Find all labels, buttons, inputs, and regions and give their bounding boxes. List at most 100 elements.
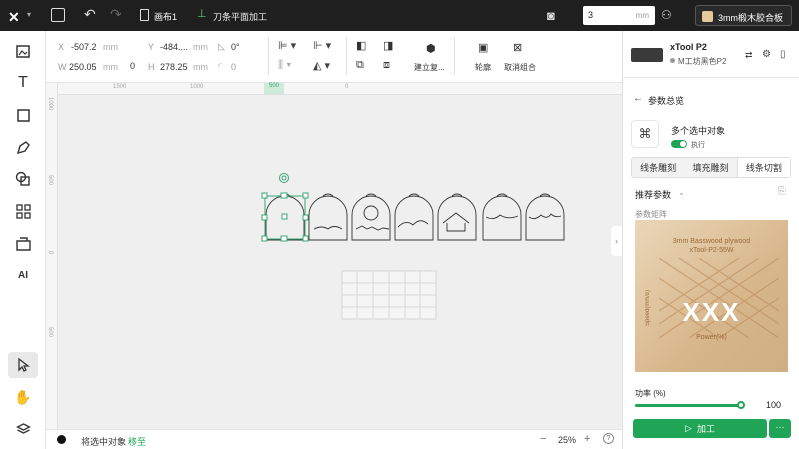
left-toolbar: T AI ✋ xyxy=(0,31,46,449)
chevron-down-icon[interactable]: ▾ xyxy=(27,10,31,19)
undo-icon[interactable]: ↶ xyxy=(84,6,96,23)
design-canvas[interactable]: › xyxy=(58,95,622,429)
zoom-out-button[interactable]: − xyxy=(540,433,546,445)
photo-xlabel: Power(%) xyxy=(696,334,727,341)
matrix-label: 参数矩阵 xyxy=(635,210,667,219)
device-status-dot xyxy=(670,58,675,63)
status-text: 将选中对象 xyxy=(81,437,127,447)
select-icon[interactable] xyxy=(8,352,38,378)
settings-icon[interactable]: ⚙ xyxy=(762,49,771,60)
zoom-in-button[interactable]: + xyxy=(584,433,590,445)
x-unit: mm xyxy=(103,42,118,52)
w-label: W xyxy=(58,62,67,72)
h-label: H xyxy=(148,62,155,72)
material-button[interactable]: 3mm椴木胶合板 xyxy=(695,5,792,26)
power-slider-handle[interactable] xyxy=(737,401,745,409)
outline-icon[interactable]: ▣ xyxy=(478,41,488,54)
back-arrow-icon[interactable]: ← xyxy=(633,93,643,104)
measure-icon[interactable]: ⚇ xyxy=(661,8,672,22)
h-input[interactable]: 278.25 xyxy=(160,62,188,72)
ungroup-icon[interactable]: ⊠ xyxy=(513,41,522,54)
recommend-dropdown[interactable]: 推荐参数 xyxy=(635,188,671,201)
arrange-icon[interactable]: ⫼ ▾ xyxy=(278,59,291,72)
rotate-input[interactable]: 0° xyxy=(231,42,240,52)
photo-line1: 3mm Basswood plywood xyxy=(672,238,751,245)
w-input[interactable]: 250.05 xyxy=(69,62,97,72)
xtool-logo-icon[interactable]: ✕ xyxy=(8,9,20,26)
collapse-panel-button[interactable]: › xyxy=(611,226,622,256)
combine-icon[interactable] xyxy=(8,166,38,192)
power-value[interactable]: 100 xyxy=(766,400,781,410)
status-dot-icon xyxy=(57,435,66,444)
more-button[interactable]: ··· xyxy=(769,419,791,438)
device-name[interactable]: xTool P2 xyxy=(670,42,707,52)
power-slider[interactable] xyxy=(635,404,741,407)
divider xyxy=(268,37,269,75)
zoom-level[interactable]: 25% xyxy=(558,435,576,445)
material-swatch-icon xyxy=(702,11,713,22)
top-toolbar: ✕ ▾ ↶ ↷ 画布1 ⊥ 刀条平面加工 ◙ 3 mm ⚇ 3mm椴木胶合板 xyxy=(0,0,799,31)
help-icon[interactable]: ? xyxy=(603,433,614,444)
y-input[interactable]: -484.... xyxy=(160,42,188,52)
param-matrix-photo[interactable]: 3mm Basswood plywood xTool-P2-55W Speed(… xyxy=(635,220,788,372)
focus-input[interactable]: 3 mm xyxy=(583,6,655,25)
mode-label[interactable]: 刀条平面加工 xyxy=(213,10,267,23)
add-image-icon[interactable] xyxy=(8,38,38,64)
redo-icon[interactable]: ↷ xyxy=(110,6,122,23)
corner-icon: ◜ xyxy=(218,61,222,71)
tab-line-engrave[interactable]: 线条雕刻 xyxy=(632,158,684,177)
canvas-name[interactable]: 画布1 xyxy=(154,10,177,23)
execute-toggle[interactable] xyxy=(671,140,687,148)
property-bar: X -507.2 mm Y -484.... mm ◺ 0° W 250.05 … xyxy=(46,31,622,83)
shape-icon[interactable] xyxy=(8,102,38,128)
focus-unit: mm xyxy=(635,11,649,20)
forward-icon[interactable]: ⧉ xyxy=(356,59,364,72)
apps-icon[interactable] xyxy=(8,198,38,224)
process-button[interactable]: ▷ 加工 xyxy=(633,419,767,438)
bring-front-icon[interactable]: ◧ xyxy=(356,39,366,52)
flip-icon[interactable]: ◭ ▾ xyxy=(313,59,330,72)
align-icon[interactable]: ⊫ ▾ xyxy=(278,39,296,52)
backward-icon[interactable]: ⧈ xyxy=(383,59,390,72)
camera-icon[interactable]: ◙ xyxy=(547,8,555,23)
execute-label: 执行 xyxy=(691,142,705,149)
x-input[interactable]: -507.2 xyxy=(71,42,97,52)
ungroup-button[interactable]: 取消组合 xyxy=(504,62,536,73)
chevron-down-icon[interactable]: ⌄ xyxy=(678,188,685,197)
divider xyxy=(623,77,799,78)
save-icon[interactable] xyxy=(51,8,65,22)
photo-marks: XXX xyxy=(682,297,741,327)
process-tabs: 线条雕刻 填充雕刻 线条切割 xyxy=(631,157,791,178)
switch-icon[interactable]: ⇄ xyxy=(745,50,753,61)
material-library-icon[interactable] xyxy=(8,230,38,256)
canvas-artwork xyxy=(261,173,565,320)
multi-object-icon: ⌘ xyxy=(631,120,659,148)
group-icon[interactable]: ⬢ xyxy=(426,42,436,55)
divider xyxy=(346,37,347,75)
pen-icon[interactable] xyxy=(8,134,38,160)
move-to-link[interactable]: 移至 xyxy=(128,435,146,448)
x-label: X xyxy=(58,42,65,52)
ruler-tick: 0 xyxy=(345,84,349,90)
corner-input[interactable]: 0 xyxy=(231,62,236,72)
back-label[interactable]: 参数总览 xyxy=(648,94,684,107)
rotate-icon: ◺ xyxy=(218,41,225,51)
group-button[interactable]: 建立复... xyxy=(414,62,445,73)
material-label: 3mm椴木胶合板 xyxy=(718,13,783,23)
file-icon[interactable]: ▯ xyxy=(780,49,786,60)
ruler-top: 1500 1000 500 0 xyxy=(58,83,622,95)
tab-fill-engrave[interactable]: 填充雕刻 xyxy=(684,158,736,177)
distribute-icon[interactable]: ⊩ ▾ xyxy=(313,39,331,52)
outline-button[interactable]: 轮廓 xyxy=(475,62,491,73)
ruler-tick: 500 xyxy=(47,327,53,338)
lock-ratio-icon[interactable]: 0 xyxy=(130,61,135,71)
play-icon: ▷ xyxy=(685,423,692,433)
tab-line-cut[interactable]: 线条切割 xyxy=(736,158,790,177)
save-param-icon[interactable]: ⎘ xyxy=(778,186,786,197)
y-label: Y xyxy=(148,42,155,52)
ai-icon[interactable]: AI xyxy=(8,262,38,288)
hand-icon[interactable]: ✋ xyxy=(8,384,38,410)
layers-icon[interactable] xyxy=(8,416,38,442)
text-icon[interactable]: T xyxy=(8,70,38,96)
send-back-icon[interactable]: ◨ xyxy=(383,39,393,52)
